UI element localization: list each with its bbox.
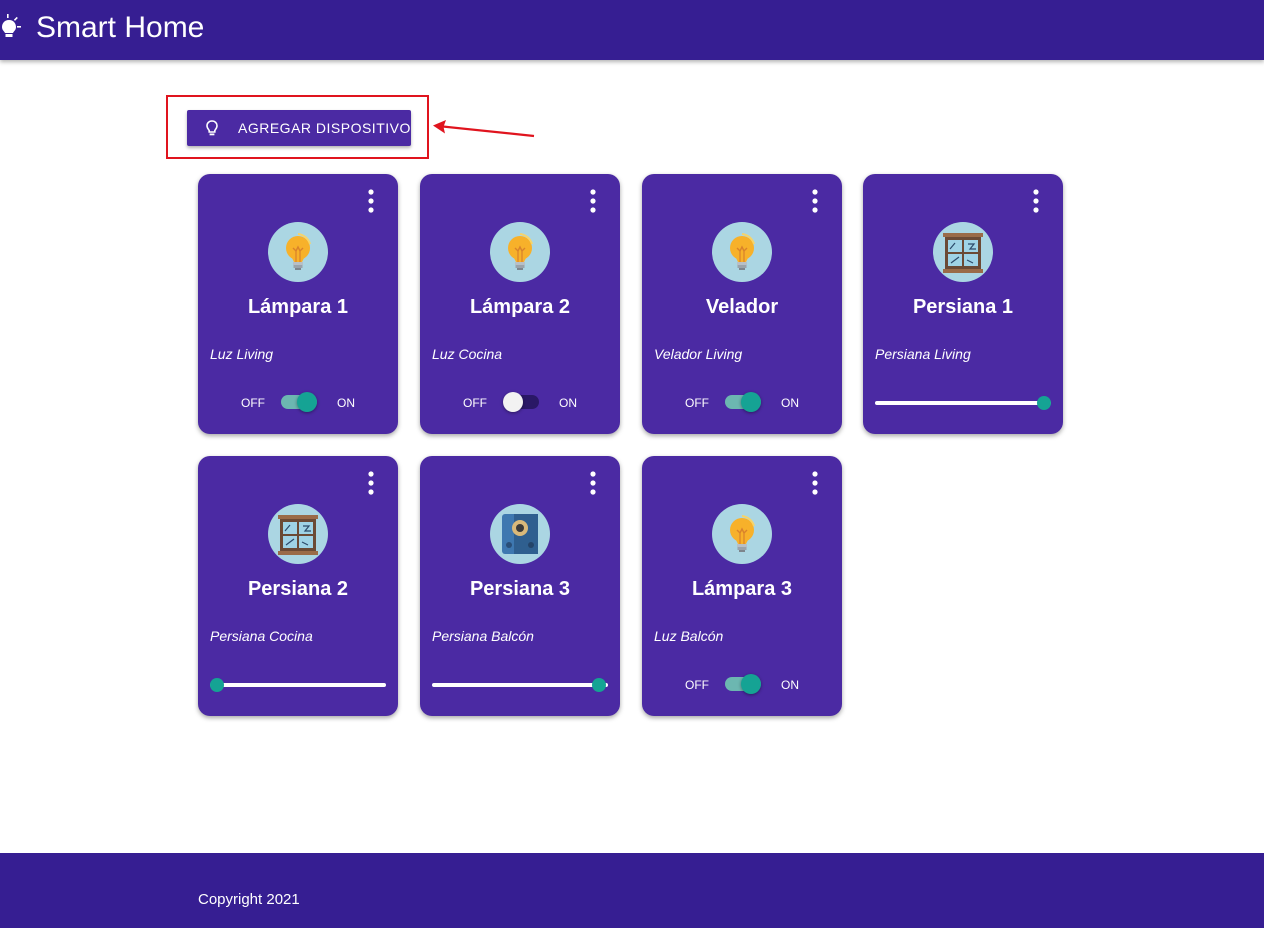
switch-row: OFF ON xyxy=(642,390,842,414)
more-vert-icon[interactable] xyxy=(366,470,376,496)
blind-icon xyxy=(933,222,993,282)
blind-icon xyxy=(268,504,328,564)
lamp-icon xyxy=(490,222,550,282)
device-toggle[interactable] xyxy=(725,674,761,694)
slider-knob[interactable] xyxy=(1036,396,1051,410)
app-title: Smart Home xyxy=(36,11,205,44)
device-description: Persiana Cocina xyxy=(210,628,313,644)
switch-on-label: ON xyxy=(781,678,799,692)
device-name: Persiana 1 xyxy=(912,296,1014,318)
add-device-label: AGREGAR DISPOSITIVO xyxy=(238,120,411,136)
more-vert-icon[interactable] xyxy=(366,188,376,214)
device-toggle[interactable] xyxy=(503,392,539,412)
slider-rail xyxy=(875,401,1051,405)
device-slider[interactable] xyxy=(875,396,1051,410)
device-slider[interactable] xyxy=(432,678,608,692)
more-vert-icon[interactable] xyxy=(810,188,820,214)
device-name: Persiana 3 xyxy=(469,578,571,600)
device-description: Luz Balcón xyxy=(654,628,724,644)
more-vert-icon[interactable] xyxy=(588,470,598,496)
switch-off-label: OFF xyxy=(241,396,265,410)
toggle-thumb xyxy=(503,392,523,412)
device-description: Luz Living xyxy=(210,346,274,362)
device-card: Velador Velador Living OFF ON xyxy=(642,174,842,434)
switch-off-label: OFF xyxy=(685,396,709,410)
device-toggle[interactable] xyxy=(281,392,317,412)
lamp-icon xyxy=(712,504,772,564)
device-name: Lámpara 3 xyxy=(691,578,793,600)
more-vert-icon[interactable] xyxy=(588,188,598,214)
device-description: Velador Living xyxy=(654,346,743,362)
switch-row: OFF ON xyxy=(642,672,842,696)
device-card: Lámpara 2 Luz Cocina OFF ON xyxy=(420,174,620,434)
device-card: Lámpara 3 Luz Balcón OFF ON xyxy=(642,456,842,716)
lightbulb-icon xyxy=(2,14,21,37)
device-name: Velador xyxy=(705,296,779,318)
lamp-icon xyxy=(268,222,328,282)
lightbulb-outline-icon xyxy=(206,120,218,136)
toggle-thumb xyxy=(741,674,761,694)
switch-on-label: ON xyxy=(559,396,577,410)
toggle-thumb xyxy=(297,392,317,412)
more-vert-icon[interactable] xyxy=(1031,188,1041,214)
device-name: Lámpara 2 xyxy=(469,296,571,318)
device-description: Luz Cocina xyxy=(432,346,503,362)
device-name: Persiana 2 xyxy=(247,578,349,600)
switch-row: OFF ON xyxy=(198,390,398,414)
annotation-arrow-icon xyxy=(433,120,535,138)
slider-rail xyxy=(432,683,608,687)
switch-off-label: OFF xyxy=(463,396,487,410)
device-card: Persiana 2 Persiana Cocina xyxy=(198,456,398,716)
copyright-text: Copyright 2021 xyxy=(198,891,300,908)
slider-rail xyxy=(210,683,386,687)
toggle-thumb xyxy=(741,392,761,412)
device-description: Persiana Balcón xyxy=(432,628,534,644)
device-toggle[interactable] xyxy=(725,392,761,412)
lamp-icon xyxy=(712,222,772,282)
device-slider[interactable] xyxy=(210,678,386,692)
slider-knob[interactable] xyxy=(592,678,607,692)
top-app-bar: Smart Home xyxy=(0,0,1264,60)
device-name: Lámpara 1 xyxy=(247,296,349,318)
device-card: Persiana 1 Persiana Living xyxy=(863,174,1063,434)
switch-row: OFF ON xyxy=(420,390,620,414)
slider-knob[interactable] xyxy=(210,678,225,692)
add-device-button[interactable]: AGREGAR DISPOSITIVO xyxy=(187,110,411,146)
switch-on-label: ON xyxy=(781,396,799,410)
speaker-icon xyxy=(490,504,550,564)
footer: Copyright 2021 xyxy=(0,853,1264,928)
device-card: Persiana 3 Persiana Balcón xyxy=(420,456,620,716)
more-vert-icon[interactable] xyxy=(810,470,820,496)
device-description: Persiana Living xyxy=(875,346,971,362)
device-card: Lámpara 1 Luz Living OFF ON xyxy=(198,174,398,434)
switch-on-label: ON xyxy=(337,396,355,410)
switch-off-label: OFF xyxy=(685,678,709,692)
